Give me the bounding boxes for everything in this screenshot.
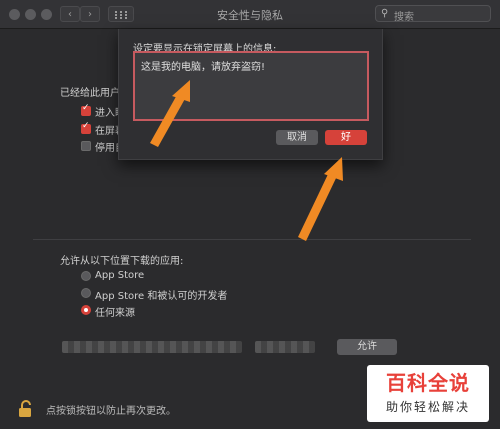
- arrow-to-input-icon: [150, 80, 190, 147]
- arrow-to-ok-icon: [298, 157, 343, 241]
- watermark-subtitle: 助你轻松解决: [385, 400, 470, 414]
- watermark-logo: 百科全说 助你轻松解决: [367, 365, 489, 422]
- watermark-title: 百科全说: [386, 371, 470, 395]
